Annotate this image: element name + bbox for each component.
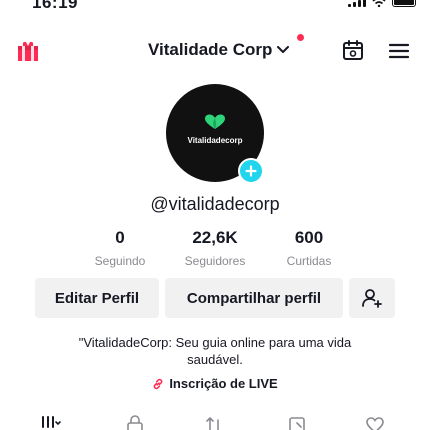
tab-liked[interactable] <box>364 414 386 430</box>
chevron-down-icon <box>277 46 290 53</box>
battery-icon <box>392 0 416 7</box>
edit-profile-button[interactable]: Editar Perfil <box>35 278 159 318</box>
profile-stats: 0 Seguindo 22,6K Seguidores 600 Curtidas <box>0 228 430 270</box>
menu-icon[interactable] <box>388 42 410 60</box>
account-name: Vitalidade Corp <box>148 40 273 59</box>
link-icon <box>153 378 163 389</box>
stat-followers[interactable]: 22,6K Seguidores <box>175 228 255 268</box>
profile-bio: "VitalidadeCorp: Seu guia online para um… <box>78 335 352 367</box>
wifi-icon <box>372 0 386 7</box>
calendar-icon[interactable] <box>342 39 364 61</box>
liked-icon <box>366 417 384 430</box>
tab-videos[interactable] <box>40 414 62 430</box>
username: @vitalidadecorp <box>150 194 280 214</box>
tab-private[interactable] <box>124 414 146 430</box>
profile-actions: Editar Perfil Compartilhar perfil <box>0 278 430 320</box>
profile-tabs <box>0 414 430 430</box>
stat-likes[interactable]: 600 Curtidas <box>274 228 344 268</box>
status-time: 16:19 <box>32 0 78 12</box>
saved-icon <box>289 417 305 430</box>
top-bar: Vitalidade Corp <box>0 34 430 68</box>
heart-logo-icon <box>205 114 225 129</box>
stat-followers-value: 22,6K <box>192 228 238 247</box>
grid-icon <box>42 416 61 428</box>
live-subscription-link[interactable]: Inscrição de LIVE <box>0 376 430 391</box>
stat-following-value: 0 <box>115 228 125 247</box>
signal-icon <box>348 0 366 7</box>
gift-icon[interactable] <box>16 40 40 62</box>
notification-dot <box>297 34 304 41</box>
tab-saved[interactable] <box>286 414 308 430</box>
stat-following[interactable]: 0 Seguindo <box>85 228 155 268</box>
add-photo-button[interactable] <box>238 158 264 184</box>
status-bar: 16:19 <box>0 0 430 14</box>
lock-icon <box>127 415 143 430</box>
share-profile-button[interactable]: Compartilhar perfil <box>165 278 343 318</box>
plus-icon <box>245 165 257 177</box>
status-icons <box>348 0 416 7</box>
repost-icon <box>206 417 219 430</box>
live-subscription-label: Inscrição de LIVE <box>169 376 278 391</box>
tab-reposts[interactable] <box>203 414 225 430</box>
stat-following-label: Seguindo <box>94 254 146 268</box>
add-friends-button[interactable] <box>349 278 395 318</box>
stat-likes-value: 600 <box>294 228 324 247</box>
profile-avatar[interactable]: Vitalidadecorp <box>166 84 264 184</box>
avatar-logo-text: Vitalidadecorp <box>187 136 243 145</box>
account-switcher[interactable]: Vitalidade Corp <box>148 40 290 60</box>
stat-followers-label: Seguidores <box>184 254 246 268</box>
stat-likes-label: Curtidas <box>286 254 332 268</box>
add-user-icon <box>362 289 382 308</box>
